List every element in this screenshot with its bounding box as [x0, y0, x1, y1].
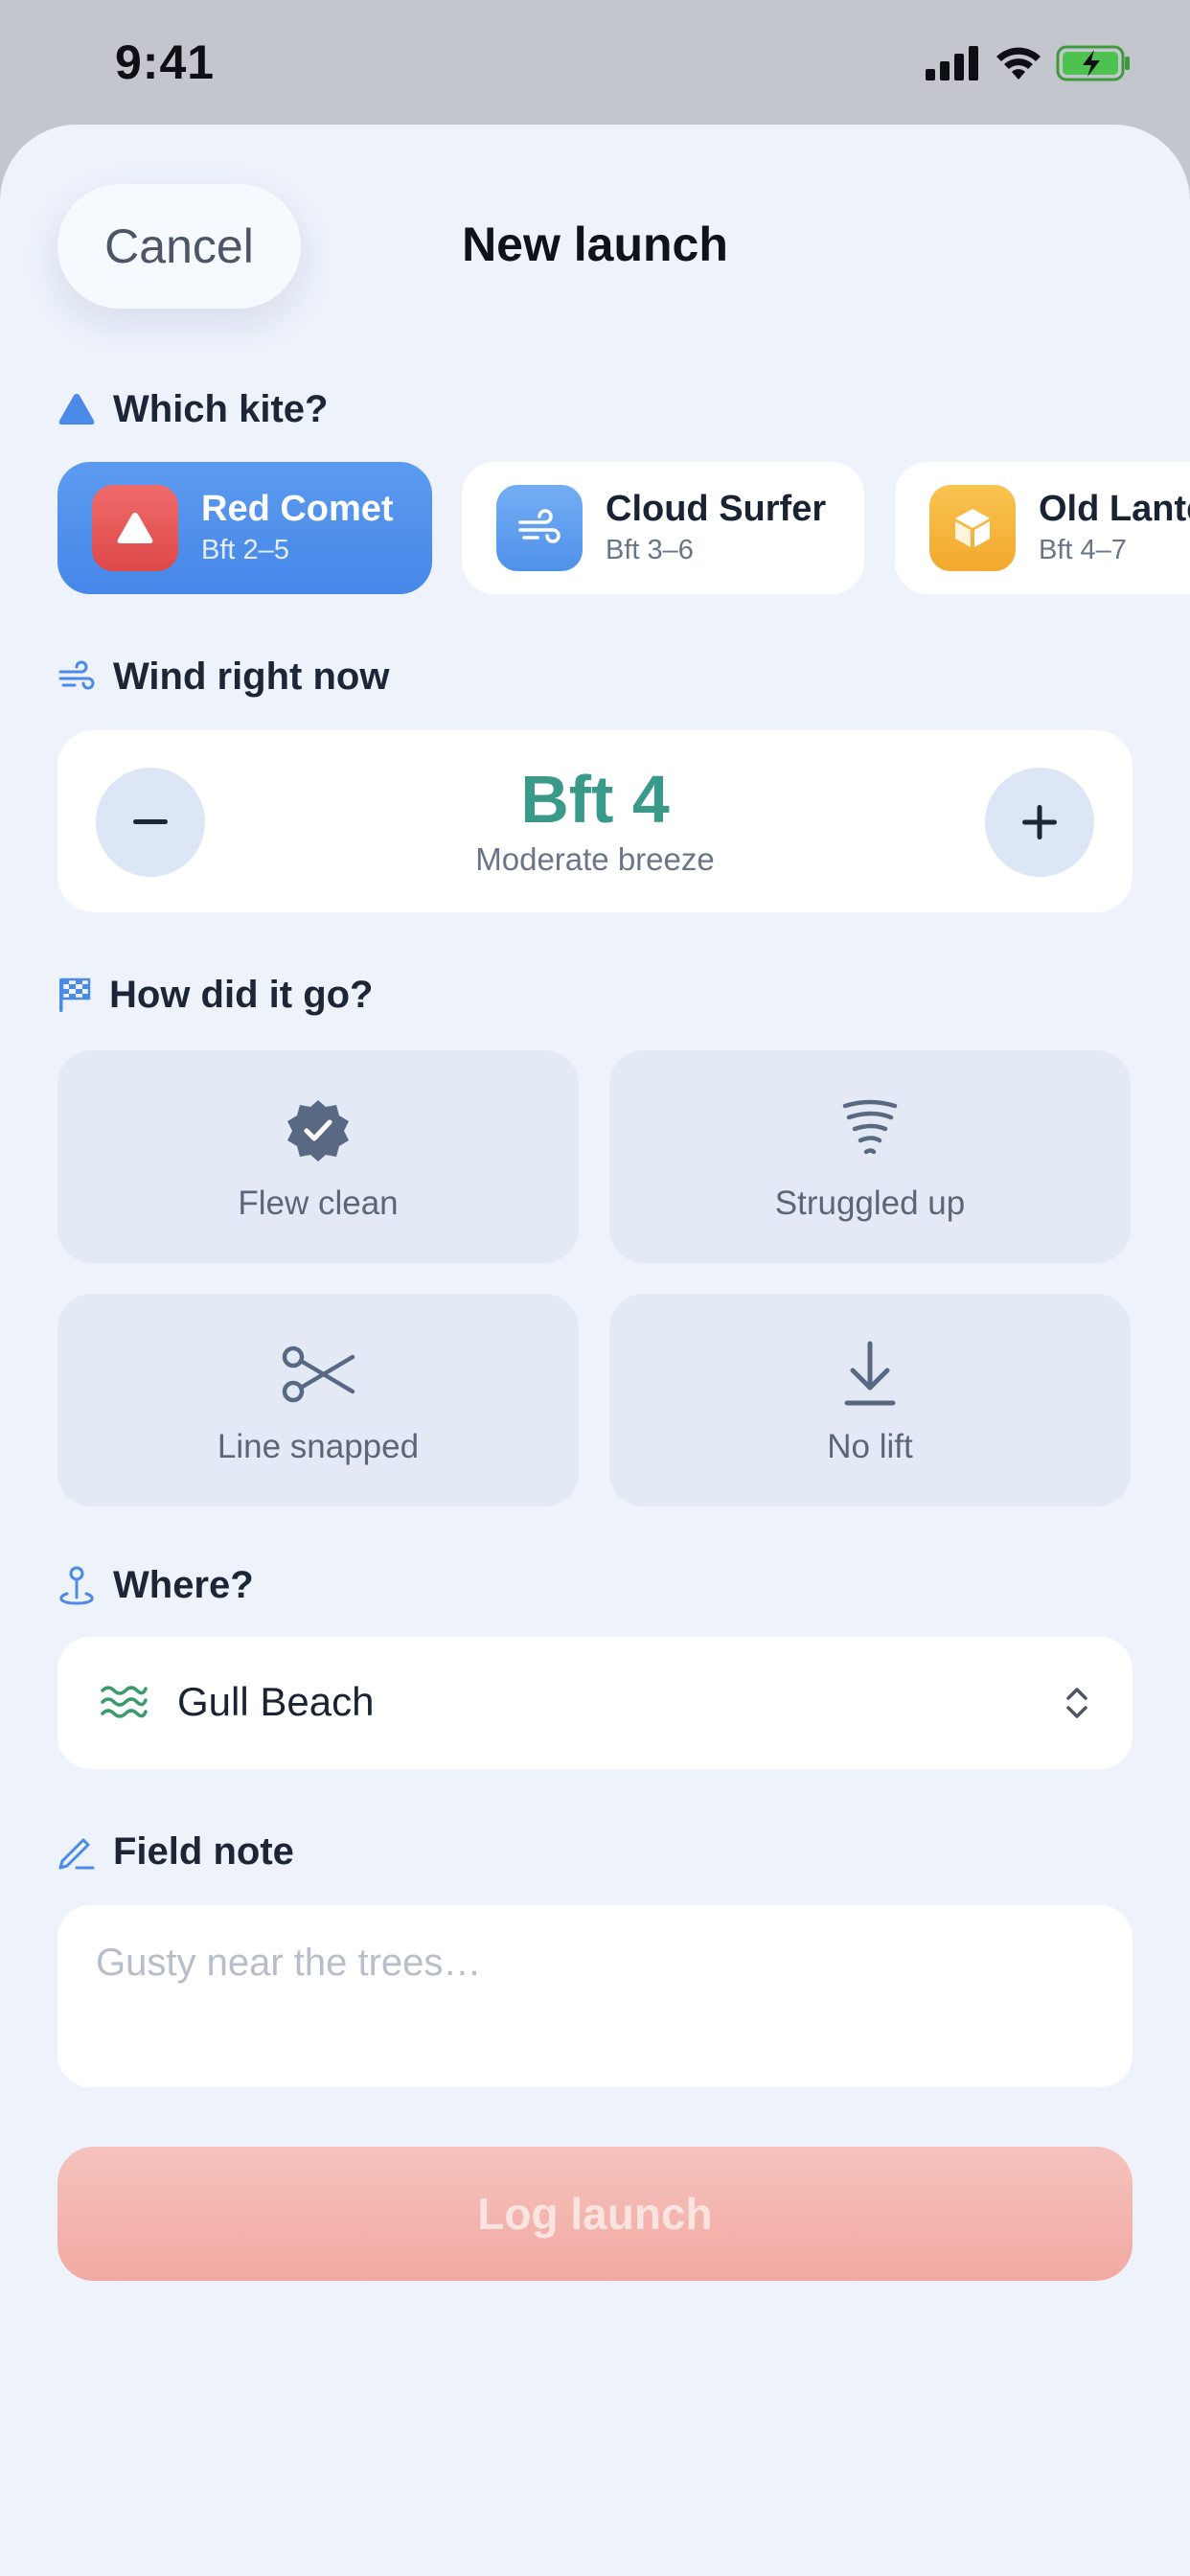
wind-stepper: Bft 4 Moderate breeze [57, 730, 1133, 912]
outcome-label: No lift [827, 1428, 913, 1465]
kite-card-red-comet[interactable]: Red Comet Bft 2–5 [57, 462, 432, 594]
wind-description: Moderate breeze [475, 841, 715, 877]
wind-section-label: Wind right now [113, 655, 390, 698]
outcome-flew-clean[interactable]: Flew clean [57, 1050, 579, 1263]
outcome-line-snapped[interactable]: Line snapped [57, 1294, 579, 1506]
outcome-section-header: How did it go? [57, 966, 374, 1024]
wind-icon [58, 660, 95, 690]
cellular-signal-icon [926, 46, 978, 80]
arrow-down-icon [844, 1341, 896, 1406]
kite-name: Cloud Surfer [606, 489, 827, 529]
note-section-label: Field note [113, 1829, 294, 1873]
where-section-header: Where? [57, 1556, 254, 1614]
status-icons [926, 42, 1133, 84]
outcome-struggled-up[interactable]: Struggled up [609, 1050, 1131, 1263]
status-bar: 9:41 [0, 0, 1190, 126]
kite-range: Bft 2–5 [201, 535, 289, 565]
status-time: 9:41 [115, 35, 216, 89]
checkered-flag-icon [59, 978, 91, 1012]
log-launch-button[interactable]: Log launch [57, 2147, 1133, 2281]
location-select[interactable]: Gull Beach [57, 1637, 1133, 1769]
outcome-no-lift[interactable]: No lift [609, 1294, 1131, 1506]
wifi-icon [996, 47, 1041, 80]
page-title: New launch [462, 218, 728, 271]
wind-value: Bft 4 [520, 762, 670, 837]
cube-icon [929, 485, 1016, 571]
kite-range: Bft 3–6 [606, 535, 694, 565]
kite-section-label: Which kite? [113, 387, 329, 430]
water-waves-icon [101, 1686, 148, 1718]
field-note-box [57, 1905, 1133, 2087]
battery-charging-icon [1056, 45, 1130, 81]
wind-section-header: Wind right now [57, 648, 389, 705]
increment-wind-button[interactable] [985, 768, 1094, 877]
wind-icon [496, 485, 583, 571]
chevron-up-down-icon [1066, 1688, 1087, 1718]
field-note-input[interactable] [96, 1942, 1092, 2057]
tornado-icon [842, 1099, 898, 1155]
where-section-label: Where? [113, 1563, 254, 1606]
kite-name: Old Lantern [1039, 489, 1190, 529]
outcome-section-label: How did it go? [109, 973, 374, 1016]
location-value: Gull Beach [177, 1679, 375, 1724]
kite-range: Bft 4–7 [1039, 535, 1127, 565]
triangle-icon [92, 485, 178, 571]
outcome-label: Struggled up [774, 1184, 966, 1222]
kite-card-cloud-surfer[interactable]: Cloud Surfer Bft 3–6 [462, 462, 864, 594]
note-section-header: Field note [57, 1823, 294, 1880]
scissors-icon [282, 1346, 355, 1403]
kite-card-old-lantern[interactable]: Old Lantern Bft 4–7 [895, 462, 1190, 594]
kite-name: Red Comet [201, 489, 394, 529]
kite-section-header: Which kite? [57, 380, 328, 438]
outcome-label: Line snapped [217, 1428, 420, 1465]
outcome-label: Flew clean [238, 1184, 399, 1222]
pencil-icon [58, 1838, 95, 1870]
map-pin-icon [59, 1566, 94, 1605]
triangle-icon [58, 394, 95, 425]
verified-badge-icon [287, 1100, 349, 1162]
kite-picker: Red Comet Bft 2–5 Cloud Surfer Bft 3–6 O… [57, 462, 1190, 594]
plus-icon [1022, 805, 1057, 840]
